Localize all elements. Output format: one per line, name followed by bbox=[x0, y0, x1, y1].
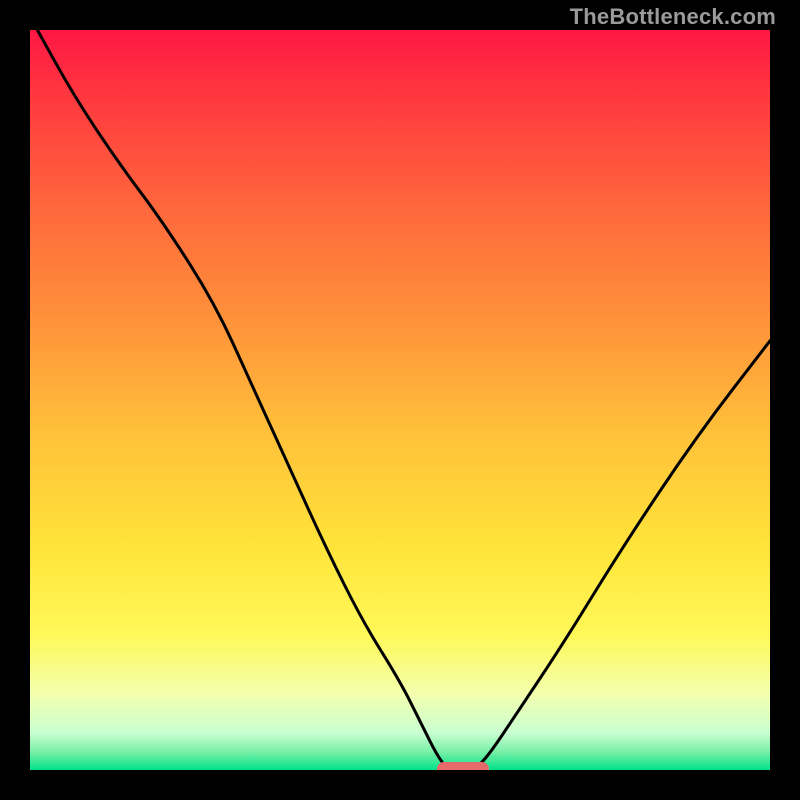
optimal-marker bbox=[437, 762, 489, 770]
chart-frame: TheBottleneck.com bbox=[0, 0, 800, 800]
plot-area bbox=[30, 30, 770, 770]
watermark: TheBottleneck.com bbox=[570, 4, 776, 30]
bottleneck-curve bbox=[30, 30, 770, 770]
